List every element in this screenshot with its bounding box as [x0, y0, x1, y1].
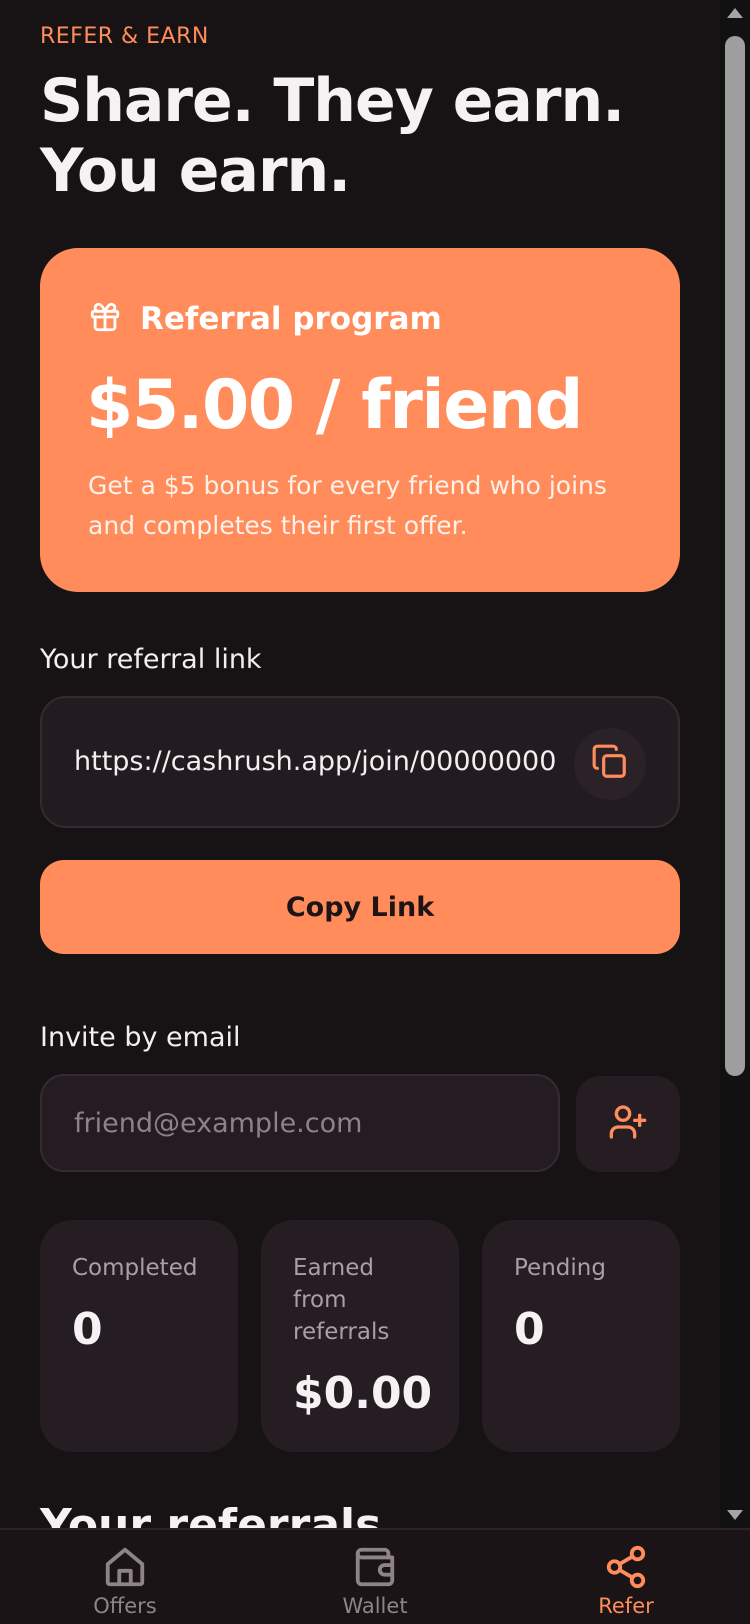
stat-value: 0: [72, 1304, 103, 1355]
nav-label: Offers: [93, 1594, 157, 1618]
nav-item-wallet[interactable]: Wallet: [295, 1544, 455, 1624]
page-eyebrow: REFER & EARN: [40, 24, 209, 49]
promo-amount: $5.00 / friend: [86, 366, 583, 445]
referral-link-box: https://cashrush.app/join/00000000: [40, 696, 680, 828]
user-plus-icon: [608, 1102, 648, 1146]
wallet-icon: [295, 1544, 455, 1590]
promo-label: Referral program: [140, 301, 442, 337]
copy-link-button[interactable]: Copy Link: [40, 860, 680, 954]
scrollbar[interactable]: [720, 0, 750, 1528]
referral-link-url: https://cashrush.app/join/00000000: [74, 746, 557, 777]
gift-icon: [88, 300, 122, 338]
nav-item-refer[interactable]: Refer: [546, 1544, 706, 1624]
invite-by-email-label: Invite by email: [40, 1022, 241, 1053]
stat-pending: Pending 0: [482, 1220, 680, 1452]
nav-label: Refer: [598, 1594, 654, 1618]
scroll-up-arrow[interactable]: [727, 8, 743, 18]
referral-link-label: Your referral link: [40, 644, 262, 675]
stat-earned-from-referrals: Earned from referrals $0.00: [261, 1220, 459, 1452]
copy-icon: [591, 743, 629, 785]
promo-description: Get a $5 bonus for every friend who join…: [88, 471, 607, 540]
page-title: Share. They earn. You earn.: [40, 66, 625, 206]
scrollbar-thumb[interactable]: [725, 36, 745, 1076]
bottom-nav: Offers Wallet Refer: [0, 1528, 750, 1624]
home-icon: [45, 1544, 205, 1590]
share-icon: [546, 1544, 706, 1590]
referral-program-card: Referral program $5.00 / friend Get a $5…: [40, 248, 680, 592]
stat-label: Pending: [514, 1255, 606, 1281]
invite-email-input[interactable]: [40, 1074, 560, 1172]
nav-item-offers[interactable]: Offers: [45, 1544, 205, 1624]
promo-header: Referral program: [88, 300, 442, 338]
stat-label: Earned from referrals: [293, 1255, 390, 1345]
stat-value: 0: [514, 1304, 545, 1355]
scroll-down-arrow[interactable]: [727, 1510, 743, 1520]
stat-completed: Completed 0: [40, 1220, 238, 1452]
stat-label: Completed: [72, 1255, 198, 1281]
nav-label: Wallet: [342, 1594, 408, 1618]
stat-value: $0.00: [293, 1368, 433, 1419]
copy-link-icon-button[interactable]: [574, 728, 646, 800]
invite-send-button[interactable]: [576, 1076, 680, 1172]
